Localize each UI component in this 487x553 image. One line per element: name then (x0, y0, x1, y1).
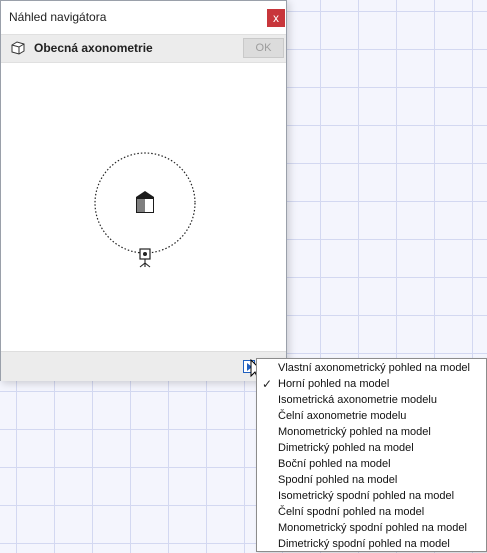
menu-item[interactable]: Monometrický spodní pohled na model (257, 520, 486, 536)
window-title: Náhled navigátora (9, 10, 107, 24)
menu-item-label: Čelní axonometrie modelu (278, 410, 407, 422)
menu-item-label: Dimetrický spodní pohled na model (278, 538, 450, 550)
ok-button[interactable]: OK (243, 38, 284, 58)
current-view-name: Obecná axonometrie (34, 41, 153, 55)
box-icon (11, 41, 25, 55)
menu-item-label: Horní pohled na model (278, 378, 390, 390)
title-bar: Náhled navigátora x (1, 1, 286, 33)
menu-item-label: Čelní spodní pohled na model (278, 506, 425, 518)
menu-item[interactable]: Boční pohled na model (257, 456, 486, 472)
menu-item-label: Monometrický spodní pohled na model (278, 522, 467, 534)
menu-item[interactable]: Isometrická axonometrie modelu (257, 392, 486, 408)
menu-item-label: Boční pohled na model (278, 458, 391, 470)
menu-item-label: Spodní pohled na model (278, 474, 398, 486)
house-icon (136, 191, 154, 213)
bottom-bar (1, 351, 286, 381)
menu-item-label: Vlastní axonometrický pohled na model (278, 362, 470, 374)
menu-item-label: Monometrický pohled na model (278, 426, 431, 438)
menu-item[interactable]: Monometrický pohled na model (257, 424, 486, 440)
menu-item[interactable]: Dimetrický spodní pohled na model (257, 536, 486, 552)
navigator-preview-area[interactable] (1, 63, 286, 350)
orbit-diagram (94, 152, 196, 268)
menu-item[interactable]: Čelní axonometrie modelu (257, 408, 486, 424)
view-dropdown-menu: Vlastní axonometrický pohled na model ✓ Ho… (256, 358, 487, 552)
menu-item-label: Dimetrický pohled na model (278, 442, 414, 454)
menu-item[interactable]: Spodní pohled na model (257, 472, 486, 488)
navigator-preview-window: Náhled navigátora x Obecná axonometrie O… (0, 0, 287, 381)
menu-item-label: Isometrický spodní pohled na model (278, 490, 455, 502)
menu-item[interactable]: Isometrický spodní pohled na model (257, 488, 486, 504)
menu-item[interactable]: Dimetrický pohled na model (257, 440, 486, 456)
close-button[interactable]: x (267, 9, 285, 27)
checkmark-icon: ✓ (262, 377, 273, 391)
camera-icon (139, 248, 151, 268)
view-toolbar: Obecná axonometrie OK (1, 34, 286, 63)
menu-item[interactable]: ✓ Horní pohled na model (257, 376, 486, 392)
menu-item-label: Isometrická axonometrie modelu (278, 394, 437, 406)
menu-list: Vlastní axonometrický pohled na model ✓ Ho… (257, 359, 486, 552)
menu-item[interactable]: Vlastní axonometrický pohled na model (257, 360, 486, 376)
menu-item[interactable]: Čelní spodní pohled na model (257, 504, 486, 520)
